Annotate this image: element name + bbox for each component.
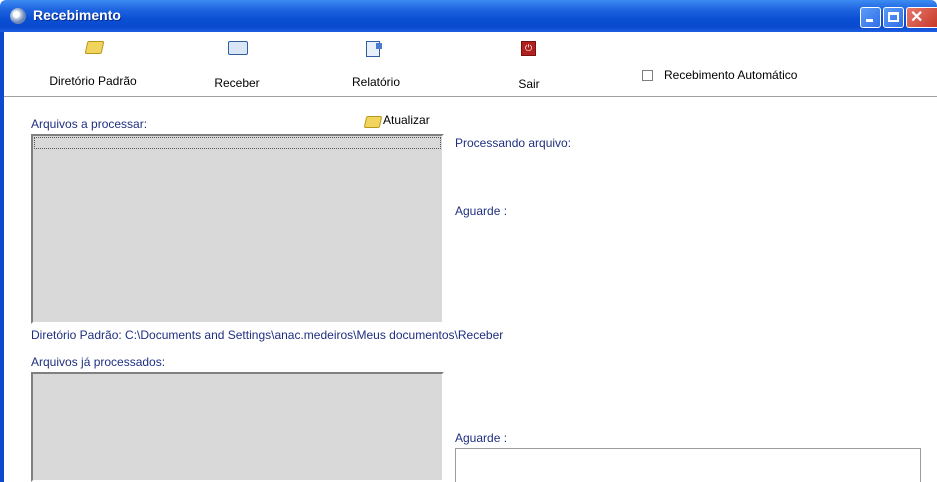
auto-receive-label: Recebimento Automático: [664, 68, 798, 82]
progress-box: [455, 448, 921, 482]
report-button[interactable]: Relatório: [341, 32, 411, 96]
receive-button[interactable]: Receber: [202, 32, 272, 96]
processed-files-list[interactable]: [31, 372, 444, 482]
maximize-icon: [888, 12, 899, 22]
folder-refresh-icon: [363, 116, 383, 128]
default-dir-path: Diretório Padrão: C:\Documents and Setti…: [31, 328, 504, 342]
wait-label-bottom: Aguarde :: [455, 431, 508, 445]
window-title: Recebimento: [33, 7, 121, 23]
power-icon: ⏻: [521, 41, 536, 56]
folder-icon: [84, 41, 105, 54]
window-frame: [0, 32, 4, 482]
pending-files-list[interactable]: [31, 134, 444, 324]
checkbox-box[interactable]: [642, 70, 653, 81]
minimize-button[interactable]: [860, 7, 881, 28]
title-bar[interactable]: Recebimento ✕: [0, 0, 937, 32]
report-label: Relatório: [351, 75, 401, 89]
default-dir-button[interactable]: Diretório Padrão: [38, 32, 148, 96]
pending-files-label: Arquivos a processar:: [31, 117, 148, 131]
maximize-button[interactable]: [883, 7, 904, 28]
list-focus-row: [34, 137, 441, 149]
receive-icon: [228, 41, 248, 55]
exit-label: Sair: [518, 77, 540, 91]
report-icon: [366, 41, 382, 57]
close-icon: ✕: [910, 9, 924, 26]
refresh-label: Atualizar: [383, 113, 430, 127]
exit-button[interactable]: ⏻ Sair: [504, 32, 554, 96]
processing-file-label: Processando arquivo:: [455, 136, 572, 150]
close-button[interactable]: ✕: [906, 7, 937, 28]
app-icon[interactable]: [10, 8, 26, 24]
main-panel: Arquivos a processar: Atualizar Processa…: [9, 97, 937, 482]
minimize-icon: [866, 19, 873, 22]
toolbar: Diretório Padrão Receber Relatório ⏻ Sai…: [4, 32, 937, 97]
processed-files-label: Arquivos já processados:: [31, 355, 166, 369]
default-dir-label: Diretório Padrão: [49, 74, 137, 88]
receive-label: Receber: [214, 76, 260, 90]
wait-label-top: Aguarde :: [455, 204, 508, 218]
